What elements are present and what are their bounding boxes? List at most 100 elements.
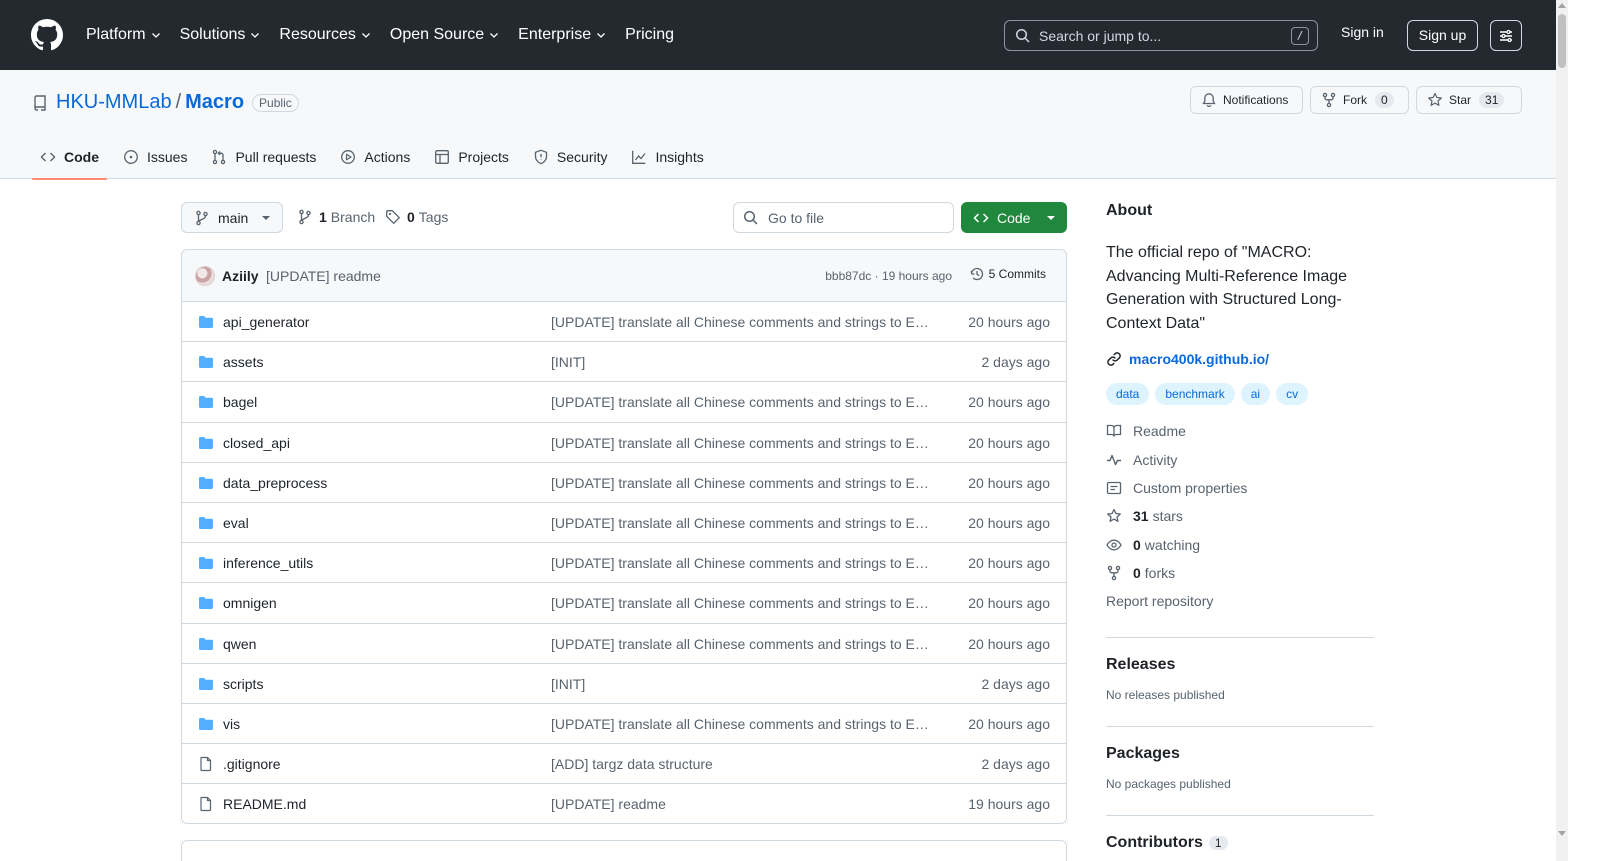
file-name-link[interactable]: closed_api — [223, 435, 290, 451]
file-commit-message-link[interactable]: [INIT] — [551, 354, 933, 370]
file-commit-message-link[interactable]: [UPDATE] translate all Chinese comments … — [551, 394, 933, 410]
repo-tabs: Code Issues Pull requests Actions Projec… — [32, 134, 720, 180]
folder-row[interactable]: vis [UPDATE] translate all Chinese commen… — [182, 704, 1066, 745]
about-item-eye[interactable]: 0 watching — [1106, 531, 1374, 559]
github-logo-icon[interactable] — [31, 19, 63, 51]
code-dropdown-button[interactable]: Code — [961, 202, 1067, 233]
folder-row[interactable]: closed_api [UPDATE] translate all Chinese… — [182, 423, 1066, 463]
folder-row[interactable]: assets [INIT] 2 days ago — [182, 342, 1066, 383]
go-to-file-input[interactable]: Go to file — [733, 202, 954, 233]
tags-link[interactable]: 0 Tags — [385, 209, 448, 225]
star-button[interactable]: Star 31 — [1416, 86, 1522, 114]
file-name-link[interactable]: assets — [223, 354, 263, 370]
nav-solutions[interactable]: Solutions — [180, 26, 262, 44]
file-commit-message-link[interactable]: [ADD] targz data structure — [551, 756, 933, 772]
page-scrollbar[interactable] — [1556, 0, 1568, 861]
sign-in-link[interactable]: Sign in — [1341, 24, 1384, 40]
folder-row[interactable]: scripts [INIT] 2 days ago — [182, 664, 1066, 704]
tab-insights[interactable]: Insights — [623, 134, 711, 179]
tab-code[interactable]: Code — [32, 134, 107, 180]
file-name-link[interactable]: inference_utils — [223, 555, 313, 571]
branch-selector[interactable]: main — [181, 202, 283, 233]
menu-button[interactable] — [1490, 20, 1522, 51]
nav-platform[interactable]: Platform — [86, 26, 162, 44]
chevron-down-icon — [490, 33, 499, 38]
folder-row[interactable]: inference_utils [UPDATE] translate all Ch… — [182, 543, 1066, 584]
folder-row[interactable]: eval [UPDATE] translate all Chinese comme… — [182, 503, 1066, 544]
scroll-thumb[interactable] — [1558, 14, 1566, 68]
file-commit-message-link[interactable]: [UPDATE] translate all Chinese comments … — [551, 515, 933, 531]
topic-tag[interactable]: ai — [1240, 383, 1271, 405]
file-name-link[interactable]: qwen — [223, 636, 256, 652]
scroll-down-arrow-icon[interactable] — [1558, 831, 1566, 836]
folder-row[interactable]: bagel [UPDATE] translate all Chinese comm… — [182, 382, 1066, 423]
file-commit-message-link[interactable]: [UPDATE] translate all Chinese comments … — [551, 595, 933, 611]
folder-row[interactable]: api_generator [UPDATE] translate all Chin… — [182, 302, 1066, 343]
file-commit-message-link[interactable]: [UPDATE] readme — [551, 796, 933, 812]
nav-resources[interactable]: Resources — [279, 26, 371, 44]
tab-projects[interactable]: Projects — [426, 134, 517, 179]
file-commit-message-link[interactable]: [UPDATE] translate all Chinese comments … — [551, 435, 933, 451]
avatar[interactable] — [195, 266, 215, 286]
about-item-fork[interactable]: 0 forks — [1106, 559, 1374, 587]
file-icon — [198, 756, 214, 772]
file-commit-message-link[interactable]: [UPDATE] translate all Chinese comments … — [551, 716, 933, 732]
sign-up-button[interactable]: Sign up — [1407, 20, 1478, 51]
report-repository-link[interactable]: Report repository — [1106, 587, 1374, 615]
file-name-link[interactable]: data_preprocess — [223, 475, 327, 491]
file-name-link[interactable]: api_generator — [223, 314, 309, 330]
file-commit-message-link[interactable]: [UPDATE] translate all Chinese comments … — [551, 636, 933, 652]
about-item-count: 31 — [1133, 508, 1149, 525]
about-item-note[interactable]: Custom properties — [1106, 474, 1374, 502]
tab-security[interactable]: Security — [525, 134, 616, 179]
code-icon — [973, 212, 989, 223]
tab-issues[interactable]: Issues — [115, 134, 195, 179]
folder-row[interactable]: qwen [UPDATE] translate all Chinese comme… — [182, 624, 1066, 664]
tab-pull-requests[interactable]: Pull requests — [203, 134, 324, 179]
packages-title[interactable]: Packages — [1106, 745, 1374, 763]
contributors-title[interactable]: Contributors 1 — [1106, 834, 1374, 852]
branches-link[interactable]: 1 Branch — [297, 209, 375, 225]
file-name-link[interactable]: README.md — [223, 796, 306, 812]
about-item-star[interactable]: 31 stars — [1106, 502, 1374, 530]
file-commit-message-link[interactable]: [UPDATE] translate all Chinese comments … — [551, 314, 933, 330]
website-link[interactable]: macro400k.github.io/ — [1106, 351, 1374, 367]
commit-author-link[interactable]: Aziily — [222, 268, 259, 284]
repo-name-link[interactable]: Macro — [185, 91, 244, 114]
topic-tag[interactable]: cv — [1276, 383, 1309, 405]
file-name-link[interactable]: .gitignore — [223, 756, 281, 772]
file-row[interactable]: .gitignore [ADD] targz data structure 2 da… — [182, 744, 1066, 785]
scroll-up-arrow-icon[interactable] — [1558, 3, 1566, 8]
folder-row[interactable]: omnigen [UPDATE] translate all Chinese co… — [182, 583, 1066, 624]
tab-actions[interactable]: Actions — [332, 134, 418, 179]
file-commit-message-link[interactable]: [UPDATE] translate all Chinese comments … — [551, 555, 933, 571]
fork-button[interactable]: Fork 0 — [1310, 86, 1409, 114]
nav-enterprise[interactable]: Enterprise — [518, 26, 607, 44]
global-search-input[interactable]: Search or jump to... / — [1004, 20, 1318, 51]
file-name-link[interactable]: omnigen — [223, 595, 277, 611]
branch-icon — [299, 209, 311, 225]
nav-open-source[interactable]: Open Source — [390, 26, 500, 44]
folder-row[interactable]: data_preprocess [UPDATE] translate all Ch… — [182, 463, 1066, 503]
file-name-link[interactable]: bagel — [223, 394, 257, 410]
commit-sha-time[interactable]: bbb87dc · 19 hours ago — [825, 269, 952, 283]
file-commit-message-link[interactable]: [UPDATE] translate all Chinese comments … — [551, 475, 933, 491]
repo-owner-link[interactable]: HKU-MMLab — [56, 91, 172, 114]
file-name-link[interactable]: scripts — [223, 676, 263, 692]
file-name-link[interactable]: eval — [223, 515, 249, 531]
about-item-book[interactable]: Readme — [1106, 417, 1374, 445]
topic-tag[interactable]: data — [1106, 383, 1150, 405]
search-icon — [1015, 28, 1030, 43]
commits-link[interactable]: 5 Commits — [969, 266, 1046, 282]
commit-message-link[interactable]: [UPDATE] readme — [266, 268, 381, 284]
nav-pricing[interactable]: Pricing — [625, 26, 674, 44]
about-item-pulse[interactable]: Activity — [1106, 445, 1374, 473]
commits-label: 5 Commits — [988, 267, 1046, 281]
file-row[interactable]: README.md [UPDATE] readme 19 hours ago — [182, 784, 1066, 823]
file-name-link[interactable]: vis — [223, 716, 240, 732]
file-commit-message-link[interactable]: [INIT] — [551, 676, 933, 692]
topic-tag[interactable]: benchmark — [1155, 383, 1235, 405]
notifications-button[interactable]: Notifications — [1190, 86, 1303, 114]
releases-title[interactable]: Releases — [1106, 656, 1374, 674]
shield-icon — [534, 149, 548, 164]
